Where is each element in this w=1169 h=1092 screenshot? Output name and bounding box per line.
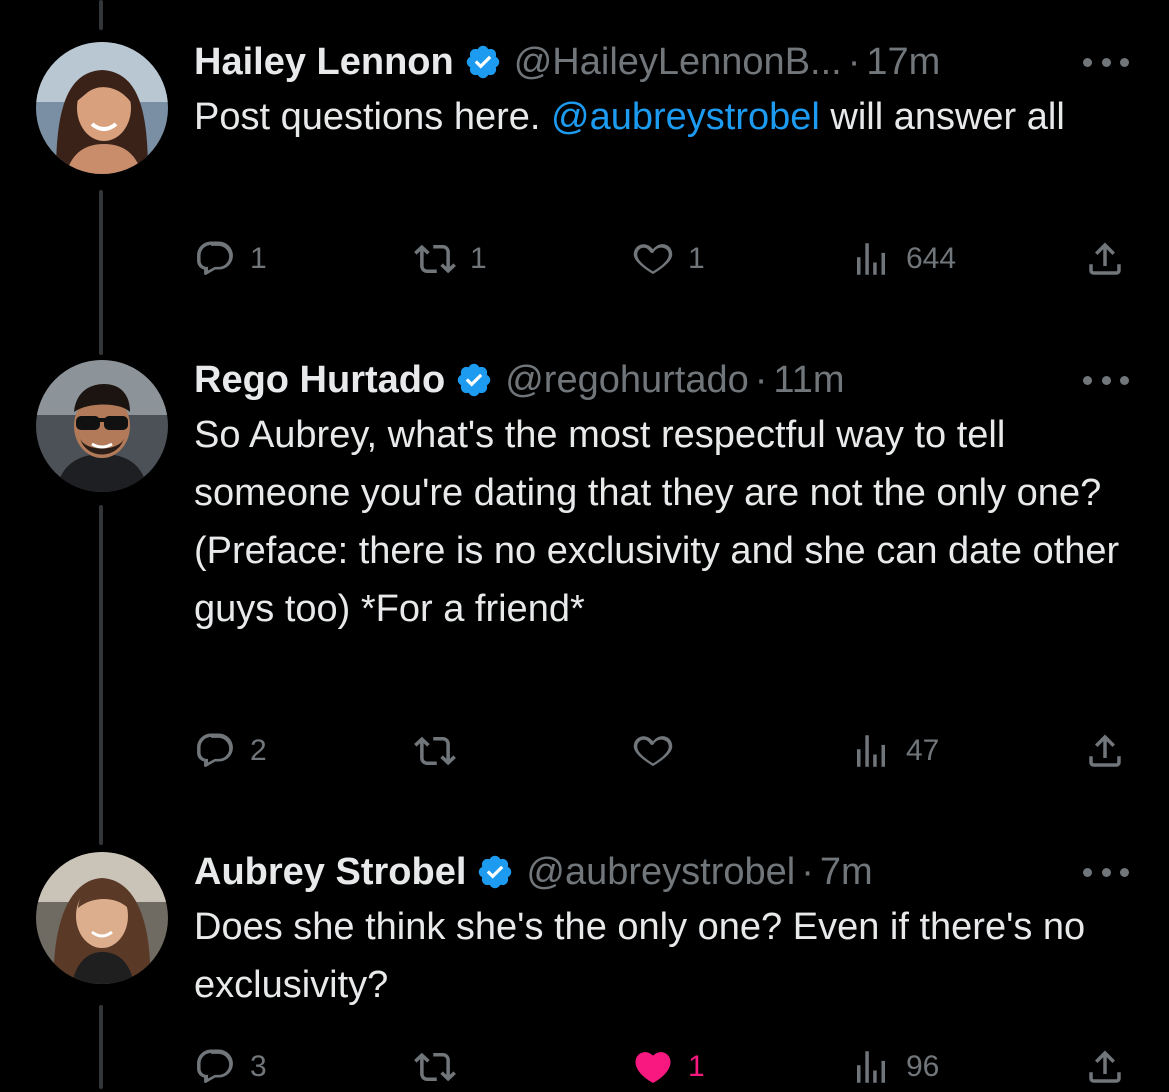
avatar[interactable] xyxy=(36,852,168,984)
views-icon xyxy=(857,735,885,767)
display-name[interactable]: Rego Hurtado xyxy=(194,356,445,404)
timestamp[interactable]: 11m xyxy=(773,356,844,404)
handle[interactable]: @HaileyLennonB... xyxy=(514,38,842,86)
tweet-text: Post questions here. @aubreystrobel will… xyxy=(194,88,1124,146)
thread-line-top xyxy=(99,0,103,30)
timestamp[interactable]: 17m xyxy=(866,38,940,86)
reply-icon xyxy=(197,733,233,767)
retweet-button[interactable] xyxy=(414,1042,470,1092)
timestamp[interactable]: 7m xyxy=(820,848,873,896)
more-icon[interactable] xyxy=(1083,862,1129,882)
mention-link[interactable]: @aubreystrobel xyxy=(551,96,820,138)
retweet-icon xyxy=(414,736,456,766)
tweet-text-part: will answer all xyxy=(819,96,1065,138)
reply-button[interactable]: 3 xyxy=(194,1042,267,1092)
views-count: 644 xyxy=(906,242,957,275)
action-bar: 1 1 1 644 xyxy=(0,234,1169,284)
tweet-text-part: Post questions here. xyxy=(194,96,551,138)
like-button[interactable]: 1 xyxy=(632,1042,705,1092)
handle[interactable]: @regohurtado xyxy=(505,356,749,404)
share-button[interactable] xyxy=(1084,234,1126,284)
views-count: 47 xyxy=(906,734,940,767)
views-button[interactable]: 96 xyxy=(850,1042,939,1092)
views-icon xyxy=(857,243,885,275)
heart-filled-icon xyxy=(635,1052,671,1084)
views-icon xyxy=(857,1051,885,1083)
reply-button[interactable]: 2 xyxy=(194,726,267,776)
views-button[interactable]: 47 xyxy=(850,726,939,776)
verified-badge-icon xyxy=(466,45,499,79)
verified-badge-icon xyxy=(479,855,512,889)
retweet-icon xyxy=(414,244,456,274)
retweet-button[interactable] xyxy=(414,726,470,776)
heart-icon xyxy=(633,736,673,767)
avatar[interactable] xyxy=(36,360,168,492)
share-icon xyxy=(1089,1050,1121,1083)
like-count: 1 xyxy=(688,1050,705,1083)
like-count: 1 xyxy=(688,242,705,275)
separator-dot: · xyxy=(847,41,861,83)
views-button[interactable]: 644 xyxy=(850,234,956,284)
action-bar: 3 1 96 xyxy=(0,1042,1169,1092)
tweet-text: Does she think she's the only one? Even … xyxy=(194,906,1086,1006)
like-button[interactable]: 1 xyxy=(632,234,705,284)
action-bar: 2 47 xyxy=(0,726,1169,776)
separator-dot: · xyxy=(801,851,814,893)
verified-badge-icon xyxy=(457,363,491,397)
reply-button[interactable]: 1 xyxy=(194,234,267,284)
retweet-icon xyxy=(414,1052,456,1082)
display-name[interactable]: Aubrey Strobel xyxy=(194,848,466,896)
share-button[interactable] xyxy=(1084,1042,1126,1092)
tweet-text: So Aubrey, what's the most respectful wa… xyxy=(194,414,1120,630)
retweet-button[interactable]: 1 xyxy=(414,234,487,284)
reply-icon xyxy=(197,241,233,275)
share-icon xyxy=(1089,734,1121,767)
display-name[interactable]: Hailey Lennon xyxy=(194,38,454,86)
reply-count: 2 xyxy=(250,734,267,767)
more-icon[interactable] xyxy=(1083,52,1129,72)
reply-count: 1 xyxy=(250,242,267,275)
handle[interactable]: @aubreystrobel xyxy=(526,848,795,896)
separator-dot: · xyxy=(754,359,768,401)
reply-icon xyxy=(197,1049,233,1083)
reply-count: 3 xyxy=(250,1050,267,1083)
views-count: 96 xyxy=(906,1050,940,1083)
share-icon xyxy=(1089,242,1121,275)
more-icon[interactable] xyxy=(1083,370,1129,390)
avatar[interactable] xyxy=(36,42,168,174)
heart-icon xyxy=(633,244,673,275)
thread-line-2 xyxy=(99,505,103,845)
retweet-count: 1 xyxy=(470,242,487,275)
share-button[interactable] xyxy=(1084,726,1126,776)
like-button[interactable] xyxy=(632,726,688,776)
